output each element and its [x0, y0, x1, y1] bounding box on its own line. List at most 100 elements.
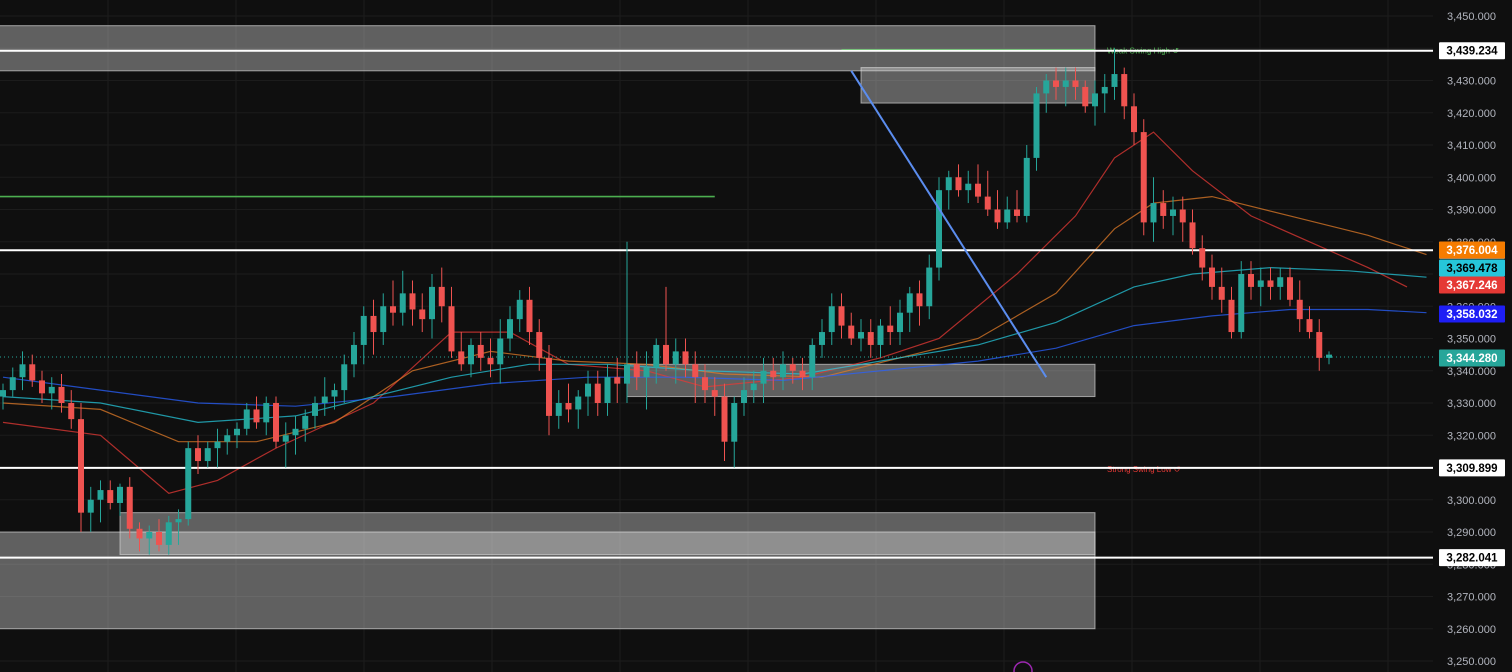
candle-body — [409, 293, 416, 310]
candle-body — [965, 183, 972, 191]
candle-body — [68, 403, 75, 420]
candle-body — [341, 364, 348, 391]
candle-body — [1296, 299, 1303, 320]
candle-body — [195, 448, 201, 462]
candle-body — [799, 370, 806, 378]
candle-body — [9, 377, 16, 391]
candle-body — [877, 325, 884, 345]
candle-body — [1160, 203, 1167, 216]
price-tag-label: 3,369.478 — [1446, 263, 1498, 275]
candle-body — [926, 267, 933, 307]
y-tick-label: 3,300.000 — [1447, 495, 1496, 507]
candle-body — [663, 344, 669, 365]
candle-body — [1004, 209, 1011, 223]
candle-body — [19, 364, 26, 378]
candle-body — [516, 299, 523, 320]
candle-body — [1092, 93, 1098, 107]
candle-body — [29, 364, 36, 381]
candle-body — [721, 396, 728, 442]
candle-body — [672, 351, 679, 365]
y-tick-label: 3,430.000 — [1447, 76, 1496, 88]
candle-body — [780, 364, 786, 378]
candle-body — [692, 364, 699, 378]
y-tick-label: 3,410.000 — [1447, 140, 1496, 152]
y-tick-label: 3,350.000 — [1447, 334, 1496, 346]
candle-body — [575, 396, 582, 410]
candle-body — [594, 383, 601, 403]
candle-body — [555, 403, 562, 416]
candle-body — [731, 403, 738, 442]
candle-body — [711, 390, 718, 397]
candle-body — [0, 390, 6, 397]
candle-body — [126, 486, 133, 529]
candle-body — [741, 390, 747, 403]
candle-body — [916, 293, 923, 307]
candle-body — [146, 532, 153, 539]
zone-box — [860, 67, 1096, 104]
candle-body — [263, 403, 270, 423]
swing-low-label: Strong Swing Low ↺ — [1107, 465, 1181, 474]
candle — [273, 396, 279, 449]
candle-body — [984, 196, 991, 210]
y-tick-label: 3,320.000 — [1447, 430, 1496, 442]
candle-body — [526, 299, 533, 333]
candle-body — [643, 367, 650, 378]
candle-body — [546, 357, 552, 416]
candle-body — [1199, 248, 1206, 268]
candle-body — [97, 490, 104, 500]
candle-body — [448, 306, 455, 352]
candle-body — [1257, 280, 1264, 287]
candle-body — [1179, 209, 1186, 223]
candle-body — [906, 293, 913, 313]
candle-body — [565, 403, 572, 410]
candle-body — [887, 325, 894, 333]
candle-body — [273, 403, 279, 442]
candle-body — [1053, 80, 1059, 87]
candle-body — [1287, 277, 1293, 300]
candle-body — [390, 306, 396, 313]
candle-body — [497, 338, 504, 365]
candle-body — [770, 370, 777, 378]
candle-body — [1277, 277, 1284, 287]
candle — [78, 403, 84, 532]
candle-body — [585, 383, 591, 397]
candle-body — [945, 177, 952, 191]
candle-body — [253, 409, 260, 423]
candle-body — [468, 344, 474, 365]
candle-body — [214, 441, 221, 449]
candle-body — [1228, 299, 1235, 333]
candle-body — [312, 403, 318, 416]
y-tick-label: 3,330.000 — [1447, 398, 1496, 410]
candle-body — [1238, 274, 1245, 333]
candle-body — [234, 428, 240, 436]
zone-box — [0, 531, 1096, 630]
candle — [1140, 119, 1147, 236]
candle-body — [351, 344, 357, 365]
candle-body — [224, 435, 231, 442]
candle-body — [897, 312, 903, 333]
candle-body — [975, 183, 981, 197]
candle-body — [1316, 332, 1323, 358]
price-tag-label: 3,358.032 — [1446, 309, 1497, 321]
y-tick-label: 3,340.000 — [1447, 366, 1496, 378]
candle-body — [360, 315, 367, 345]
candle-body — [1140, 132, 1147, 223]
candle-body — [1131, 106, 1137, 133]
candle-body — [614, 377, 621, 384]
candle-body — [204, 448, 211, 462]
y-axis-ticks: 3,250.0003,260.0003,270.0003,280.0003,29… — [1447, 11, 1496, 668]
candle-body — [243, 409, 250, 429]
candle-body — [87, 499, 94, 513]
y-tick-label: 3,260.000 — [1447, 624, 1496, 636]
price-tag-label: 3,376.004 — [1446, 245, 1498, 257]
candle-body — [292, 428, 299, 436]
candle-body — [1033, 93, 1040, 158]
candle-body — [507, 319, 513, 339]
candle-body — [1306, 319, 1313, 333]
candle — [185, 441, 192, 526]
level-price-tag-label: 3,309.899 — [1446, 463, 1497, 475]
price-chart[interactable]: Weak Swing High ↺Strong Swing Low ↺3,250… — [0, 0, 1512, 672]
candle-body — [175, 519, 182, 523]
candle-body — [955, 177, 962, 191]
candle-body — [58, 386, 65, 403]
